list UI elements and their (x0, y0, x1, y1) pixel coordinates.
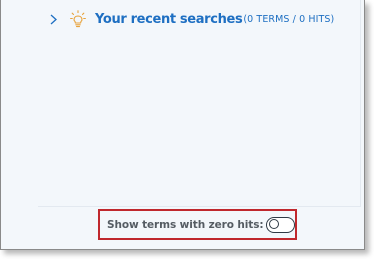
lightbulb-icon (70, 10, 86, 28)
zero-hits-label: Show terms with zero hits: (107, 218, 264, 231)
panel-footer: Show terms with zero hits: (38, 206, 364, 249)
window-frame: Your recent searches (0 TERMS / 0 HITS) … (0, 0, 365, 250)
search-terms-panel: Your recent searches (0 TERMS / 0 HITS) … (38, 0, 364, 249)
recent-searches-title[interactable]: Your recent searches (95, 12, 243, 27)
chevron-right-icon[interactable] (50, 12, 60, 26)
left-sidebar-strip (1, 0, 39, 249)
panel-content-area: Your recent searches (0 TERMS / 0 HITS) (38, 0, 361, 207)
recent-searches-row[interactable]: Your recent searches (0 TERMS / 0 HITS) (50, 9, 334, 29)
toggle-knob[interactable] (269, 219, 280, 229)
recent-searches-count: (0 TERMS / 0 HITS) (243, 13, 335, 25)
zero-hits-highlight: Show terms with zero hits: (98, 209, 297, 240)
zero-hits-toggle[interactable] (266, 216, 295, 233)
